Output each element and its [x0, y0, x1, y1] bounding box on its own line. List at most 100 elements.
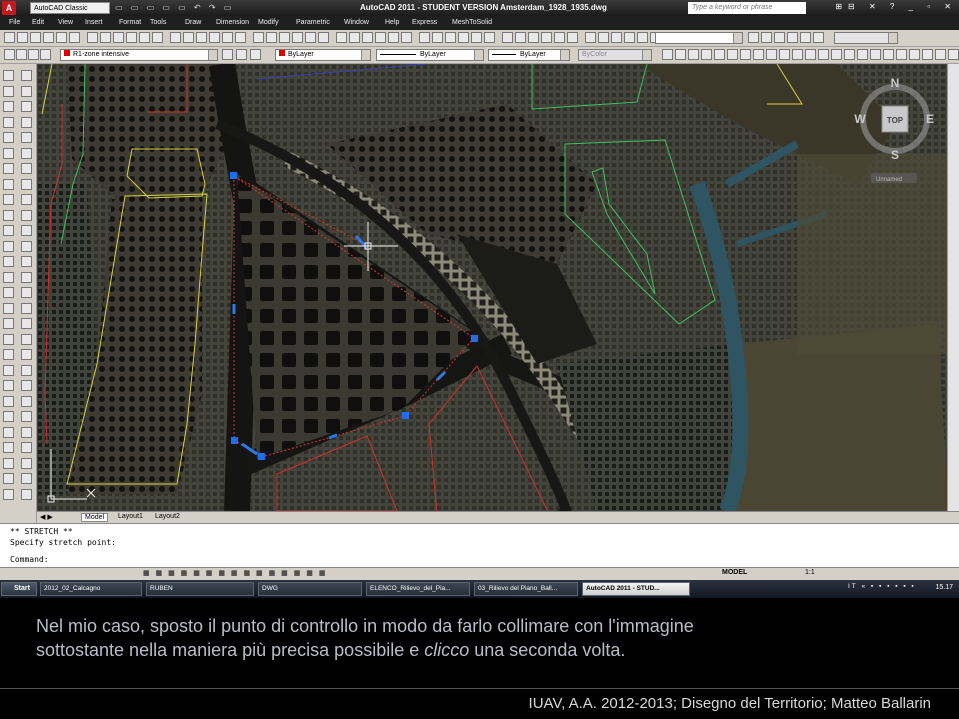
toolbar-button[interactable]: [375, 32, 386, 43]
menu-item[interactable]: Window: [344, 19, 369, 26]
dimension-tool-button[interactable]: [805, 49, 816, 60]
modify-tool-button[interactable]: [21, 271, 32, 283]
taskbar-item[interactable]: DWG: [258, 582, 362, 596]
toolbar-button[interactable]: [152, 32, 163, 43]
draw-tool-button[interactable]: [3, 302, 14, 314]
draw-tool-button[interactable]: [3, 256, 14, 267]
dimension-tool-button[interactable]: [714, 49, 725, 60]
drafting-toggles[interactable]: ▦ ▦ ▦ ▦ ▦ ▦ ▦ ▦ ▦ ▦ ▦ ▦ ▦ ▦ ▦: [143, 569, 327, 577]
taskbar-item[interactable]: 03_Rilievo del Piano_Ball...: [474, 582, 578, 596]
dimension-tool-button[interactable]: [922, 49, 933, 60]
draw-tool-button[interactable]: [3, 364, 14, 376]
menu-item[interactable]: Help: [385, 19, 399, 26]
layer-combo[interactable]: R1-zone intensive: [60, 49, 218, 61]
toolbar-button[interactable]: [253, 32, 264, 43]
modify-tool-button[interactable]: [21, 442, 32, 453]
dimension-tool-button[interactable]: [883, 49, 894, 60]
taskbar-item[interactable]: 2012_02_Calcagno: [40, 582, 142, 596]
modify-tool-button[interactable]: [21, 287, 32, 298]
modify-tool-button[interactable]: [21, 256, 32, 267]
toolbar-button[interactable]: [139, 32, 150, 43]
toolbar-button[interactable]: [484, 32, 495, 43]
autocad-logo-icon[interactable]: A: [2, 1, 16, 15]
toolbar-button[interactable]: [183, 32, 194, 43]
draw-tool-button[interactable]: [3, 442, 14, 453]
toolbar-button[interactable]: [113, 32, 124, 43]
style-combo[interactable]: [655, 32, 743, 44]
modify-tool-button[interactable]: [21, 85, 32, 97]
menu-item[interactable]: Modify: [258, 19, 279, 26]
viewcube-top-label[interactable]: TOP: [887, 116, 904, 125]
toolbar-button[interactable]: [209, 32, 220, 43]
toolbar-button[interactable]: [637, 32, 648, 43]
dimension-tool-button[interactable]: [948, 49, 959, 60]
modify-tool-button[interactable]: [21, 116, 32, 128]
draw-tool-button[interactable]: [3, 333, 14, 345]
toolbar-button[interactable]: [787, 32, 798, 43]
menu-item[interactable]: File: [9, 19, 20, 26]
draw-tool-button[interactable]: [3, 488, 14, 500]
system-tray-icons[interactable]: IT « ▪ ▪ ▪ ▪ ▪ ▪: [848, 583, 916, 590]
modify-tool-button[interactable]: [21, 194, 32, 205]
menu-item[interactable]: Dimension: [216, 19, 249, 26]
menu-item[interactable]: Format: [119, 19, 141, 26]
dimstyle-combo[interactable]: [834, 32, 898, 44]
layer-tool-button[interactable]: [236, 49, 247, 60]
tab-model[interactable]: Model: [81, 513, 109, 522]
toolbar-button[interactable]: [43, 32, 54, 43]
toolbar-button[interactable]: [774, 32, 785, 43]
menu-item[interactable]: Draw: [185, 19, 201, 26]
dimension-tool-button[interactable]: [831, 49, 842, 60]
taskbar-item-active[interactable]: AutoCAD 2011 - STUD...: [582, 582, 690, 596]
menu-item[interactable]: Tools: [150, 19, 166, 26]
toolbar-button[interactable]: [502, 32, 513, 43]
search-input[interactable]: Type a keyword or phrase: [688, 2, 806, 14]
dimension-tool-button[interactable]: [779, 49, 790, 60]
menu-item[interactable]: Edit: [32, 19, 44, 26]
modify-tool-button[interactable]: [21, 488, 32, 500]
toolbar-button[interactable]: [17, 32, 28, 43]
modify-tool-button[interactable]: [21, 147, 32, 159]
menu-item[interactable]: MeshToSolid: [452, 19, 492, 26]
dimension-tool-button[interactable]: [753, 49, 764, 60]
modify-tool-button[interactable]: [21, 101, 32, 112]
toolbar-button[interactable]: [30, 32, 41, 43]
modify-tool-button[interactable]: [21, 178, 32, 190]
draw-tool-button[interactable]: [3, 395, 14, 407]
draw-tool-button[interactable]: [3, 271, 14, 283]
draw-tool-button[interactable]: [3, 318, 14, 329]
toolbar-button[interactable]: [196, 32, 207, 43]
toolbar-button[interactable]: [305, 32, 316, 43]
dimension-tool-button[interactable]: [662, 49, 673, 60]
dimension-tool-button[interactable]: [909, 49, 920, 60]
modify-tool-button[interactable]: [21, 473, 32, 484]
toolbar-button[interactable]: [761, 32, 772, 43]
layer-tool-button[interactable]: [4, 49, 15, 60]
toolbar-button[interactable]: [222, 32, 233, 43]
toolbar-button[interactable]: [445, 32, 456, 43]
toolbar-button[interactable]: [362, 32, 373, 43]
toolbar-button[interactable]: [624, 32, 635, 43]
draw-tool-button[interactable]: [3, 349, 14, 360]
draw-tool-button[interactable]: [3, 426, 14, 438]
toolbar-button[interactable]: [471, 32, 482, 43]
toolbar-button[interactable]: [266, 32, 277, 43]
toolbar-button[interactable]: [748, 32, 759, 43]
dimension-tool-button[interactable]: [688, 49, 699, 60]
toolbar-button[interactable]: [336, 32, 347, 43]
toolbar-button[interactable]: [567, 32, 578, 43]
draw-tool-button[interactable]: [3, 457, 14, 469]
dimension-tool-button[interactable]: [844, 49, 855, 60]
modify-tool-button[interactable]: [21, 240, 32, 252]
toolbar-button[interactable]: [4, 32, 15, 43]
grip-handle[interactable]: [471, 335, 478, 342]
menu-item[interactable]: Parametric: [296, 19, 330, 26]
ucs-menu-label[interactable]: Unnamed: [876, 177, 902, 183]
draw-tool-button[interactable]: [3, 132, 14, 143]
toolbar-button[interactable]: [598, 32, 609, 43]
grip-handle[interactable]: [402, 412, 409, 419]
modify-tool-button[interactable]: [21, 364, 32, 376]
dimension-tool-button[interactable]: [857, 49, 868, 60]
dimension-tool-button[interactable]: [792, 49, 803, 60]
toolbar-button[interactable]: [554, 32, 565, 43]
